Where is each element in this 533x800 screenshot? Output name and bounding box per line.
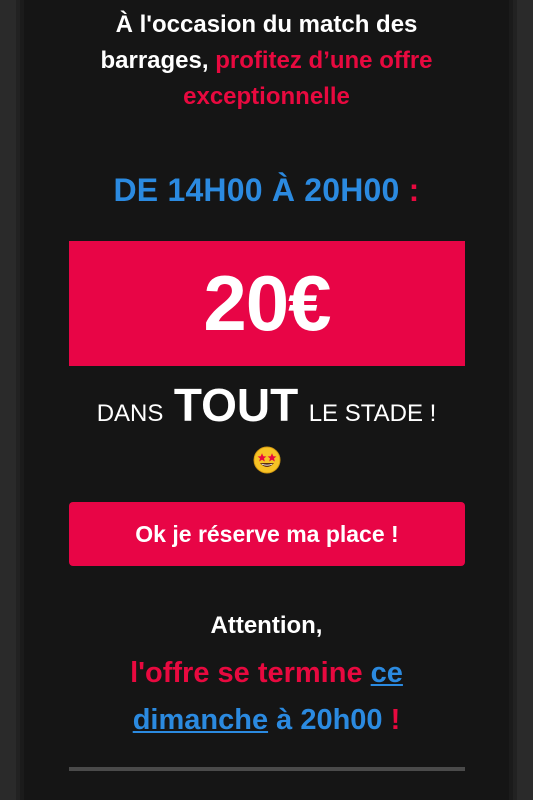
page: À l'occasion du match des barrages, prof… [0,0,533,800]
offer-ends-text: l'offre se termine [130,657,363,689]
scope-text: DANS TOUT LE STADE ! [24,378,509,432]
right-margin [513,0,533,800]
intro-text: À l'occasion du match des barrages, prof… [24,7,509,115]
offer-time-text: à 20h00 [276,704,383,736]
star-struck-emoji-icon [253,446,281,474]
reserve-seat-button[interactable]: Ok je réserve ma place ! [69,502,465,566]
attention-label: Attention, [210,612,323,639]
scope-after: LE STADE ! [308,400,437,427]
offer-end-text: l'offre se termine ce dimanche à 20h00 ! [24,650,509,744]
price-value: 20€ [203,259,331,347]
hours-text: DE 14H00 À 20H00 [113,172,400,208]
left-margin [0,0,20,800]
divider [69,767,465,771]
scope-before: DANS [96,400,164,427]
hours-heading: DE 14H00 À 20H00 : [24,172,509,209]
price-banner: 20€ [69,241,465,366]
scope-emphasis: TOUT [173,379,299,431]
intro-offer-text: profitez d’une offre exceptionnelle [183,47,433,110]
hours-colon: : [408,172,420,208]
email-content: À l'occasion du match des barrages, prof… [24,0,509,800]
offer-exclamation: ! [390,704,401,736]
